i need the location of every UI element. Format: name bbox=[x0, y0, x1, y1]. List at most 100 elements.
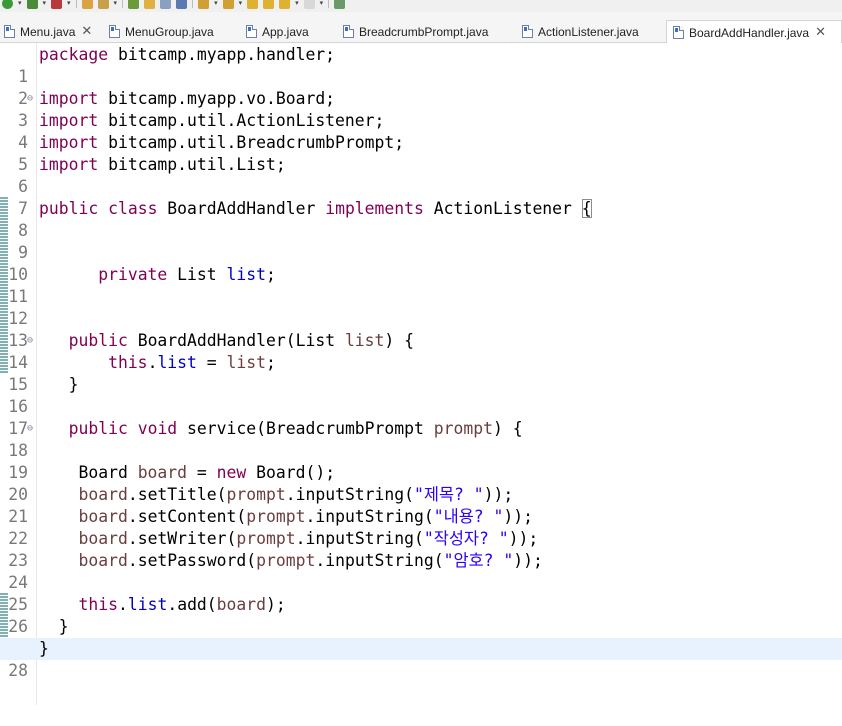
next-annotation-dropdown-icon[interactable]: ▾ bbox=[214, 0, 218, 7]
code-text[interactable]: board.setContent(prompt.inputString("내용?… bbox=[39, 506, 533, 528]
next-annotation-icon[interactable] bbox=[198, 0, 210, 9]
back-icon[interactable] bbox=[247, 0, 259, 9]
code-line[interactable]: 15 this.list = list; bbox=[0, 352, 842, 394]
code-text[interactable]: public void service(BreadcrumbPrompt pro… bbox=[39, 418, 523, 440]
prev-annotation-icon[interactable] bbox=[222, 0, 234, 9]
toolbar-separator bbox=[75, 0, 77, 8]
fold-toggle-icon[interactable]: ⊖ bbox=[27, 330, 36, 352]
code-text[interactable]: Board board = new Board(); bbox=[39, 462, 335, 484]
close-icon[interactable]: ✕ bbox=[815, 25, 826, 40]
line-number: 28 bbox=[8, 661, 28, 680]
search-dropdown-icon[interactable]: ▾ bbox=[114, 0, 118, 7]
toolbar-separator bbox=[122, 0, 124, 8]
code-line[interactable]: 25 bbox=[0, 572, 842, 614]
code-line[interactable]: 17 bbox=[0, 396, 842, 438]
code-editor[interactable]: 1 package bitcamp.myapp.handler; 2 3 ⊖ i… bbox=[0, 43, 842, 705]
fold-toggle-icon[interactable]: ⊖ bbox=[27, 88, 36, 110]
java-file-icon bbox=[343, 25, 354, 38]
code-line[interactable]: 21 board.setTitle(prompt.inputString("제목… bbox=[0, 484, 842, 526]
tab-boardaddhandler-java[interactable]: BoardAddHandler.java ✕ bbox=[666, 20, 842, 44]
tab-label: ActionListener.java bbox=[538, 24, 639, 39]
code-line[interactable]: 26 this.list.add(board); bbox=[0, 594, 842, 636]
tab-label: BreadcrumbPrompt.java bbox=[359, 24, 489, 39]
java-file-icon bbox=[109, 25, 120, 38]
forward-icon[interactable] bbox=[279, 0, 291, 9]
code-line[interactable]: 24 board.setPassword(prompt.inputString(… bbox=[0, 550, 842, 592]
code-text[interactable]: } bbox=[39, 616, 69, 638]
toggle-mark-icon[interactable] bbox=[128, 0, 140, 9]
main-toolbar: ▾ ▾ ▾ ▾ ▾ ▾ ▾ ▾ bbox=[0, 0, 842, 12]
code-text[interactable]: board.setWriter(prompt.inputString("작성자?… bbox=[39, 528, 538, 550]
debug-dropdown-icon[interactable]: ▾ bbox=[43, 0, 47, 7]
code-line[interactable]: 20 Board board = new Board(); bbox=[0, 462, 842, 504]
code-line[interactable]: 10 bbox=[0, 242, 842, 284]
tab-label: Menu.java bbox=[20, 24, 76, 39]
code-line[interactable]: 27 } bbox=[0, 616, 842, 658]
code-text[interactable]: import bitcamp.util.ActionListener; bbox=[39, 110, 384, 132]
code-line[interactable]: 23 board.setWriter(prompt.inputString("작… bbox=[0, 528, 842, 570]
code-line[interactable]: 12 bbox=[0, 286, 842, 328]
fold-toggle-icon[interactable]: ⊖ bbox=[27, 418, 36, 440]
code-text[interactable]: board.setTitle(prompt.inputString("제목? "… bbox=[39, 484, 513, 506]
debug-icon[interactable] bbox=[26, 0, 38, 9]
code-line[interactable]: 18 ⊖ public void service(BreadcrumbPromp… bbox=[0, 418, 842, 460]
code-line[interactable]: 11 private List list; bbox=[0, 264, 842, 306]
tab-app-java[interactable]: App.java bbox=[246, 20, 309, 43]
toolbar-separator bbox=[192, 0, 194, 8]
code-line[interactable]: 13 bbox=[0, 308, 842, 350]
code-line[interactable]: 3 ⊖ import bitcamp.myapp.vo.Board; bbox=[0, 88, 842, 130]
code-text[interactable]: import bitcamp.myapp.vo.Board; bbox=[39, 88, 335, 110]
code-line[interactable]: 19 bbox=[0, 440, 842, 482]
search-icon[interactable] bbox=[97, 0, 109, 9]
code-text[interactable]: import bitcamp.util.List; bbox=[39, 154, 286, 176]
code-line[interactable]: 5 import bitcamp.util.BreadcrumbPrompt; bbox=[0, 132, 842, 174]
java-file-icon bbox=[522, 25, 533, 38]
code-line[interactable]: 8 public class BoardAddHandler implement… bbox=[0, 198, 842, 240]
java-file-icon bbox=[673, 26, 684, 39]
pin-editor-icon[interactable] bbox=[334, 0, 346, 9]
editor-tab-bar: Menu.java ✕ MenuGroup.java App.java Brea… bbox=[0, 12, 842, 44]
java-file-icon bbox=[4, 25, 15, 38]
tab-breadcrumbprompt-java[interactable]: BreadcrumbPrompt.java bbox=[343, 20, 488, 43]
code-line[interactable]: 22 board.setContent(prompt.inputString("… bbox=[0, 506, 842, 548]
coverage-dropdown-icon[interactable]: ▾ bbox=[67, 0, 71, 7]
code-line[interactable]: 9 bbox=[0, 220, 842, 262]
code-text[interactable]: package bitcamp.myapp.handler; bbox=[39, 44, 335, 66]
prev-annotation-dropdown-icon[interactable]: ▾ bbox=[239, 0, 243, 7]
run-dropdown-icon[interactable]: ▾ bbox=[18, 0, 22, 7]
block-selection-icon[interactable] bbox=[160, 0, 172, 9]
tab-menugroup-java[interactable]: MenuGroup.java bbox=[109, 20, 214, 43]
coverage-icon[interactable] bbox=[51, 0, 63, 9]
code-text[interactable]: board.setPassword(prompt.inputString("암호… bbox=[39, 550, 542, 572]
show-whitespace-icon[interactable] bbox=[176, 0, 188, 9]
code-line[interactable]: 14 ⊖ public BoardAddHandler(List list) { bbox=[0, 330, 842, 372]
code-text[interactable]: public class BoardAddHandler implements … bbox=[39, 198, 592, 220]
code-line[interactable]: 1 package bitcamp.myapp.handler; bbox=[0, 44, 842, 86]
code-text[interactable]: private List list; bbox=[39, 264, 276, 286]
tab-actionlistener-java[interactable]: ActionListener.java bbox=[522, 20, 639, 43]
current-code-line[interactable]: 28 } bbox=[0, 638, 842, 680]
code-line[interactable]: 6 import bitcamp.util.List; bbox=[0, 154, 842, 196]
code-text[interactable]: this.list = list; bbox=[39, 352, 276, 374]
code-line[interactable]: 4 import bitcamp.util.ActionListener; bbox=[0, 110, 842, 152]
toolbar-separator bbox=[328, 0, 330, 8]
code-text[interactable]: } bbox=[39, 374, 79, 396]
code-line[interactable]: 16 } bbox=[0, 374, 842, 416]
code-text[interactable]: import bitcamp.util.BreadcrumbPrompt; bbox=[39, 132, 404, 154]
code-text[interactable]: this.list.add(board); bbox=[39, 594, 285, 616]
tab-label: BoardAddHandler.java bbox=[689, 25, 810, 40]
last-edit-icon[interactable] bbox=[263, 0, 275, 9]
matching-bracket: { bbox=[581, 199, 592, 218]
annotation-icon[interactable] bbox=[144, 0, 156, 9]
close-icon[interactable]: ✕ bbox=[81, 24, 92, 39]
forward-disabled-icon bbox=[303, 0, 315, 9]
forward-dropdown-icon[interactable]: ▾ bbox=[295, 0, 299, 7]
open-type-icon[interactable] bbox=[81, 0, 93, 9]
run-icon[interactable] bbox=[2, 0, 13, 9]
code-text[interactable]: } bbox=[39, 638, 49, 660]
tab-label: MenuGroup.java bbox=[125, 24, 214, 39]
code-line[interactable]: 7 bbox=[0, 176, 842, 218]
tab-menu-java[interactable]: Menu.java ✕ bbox=[4, 20, 92, 43]
code-line[interactable]: 2 bbox=[0, 66, 842, 108]
code-text[interactable]: public BoardAddHandler(List list) { bbox=[39, 330, 414, 352]
